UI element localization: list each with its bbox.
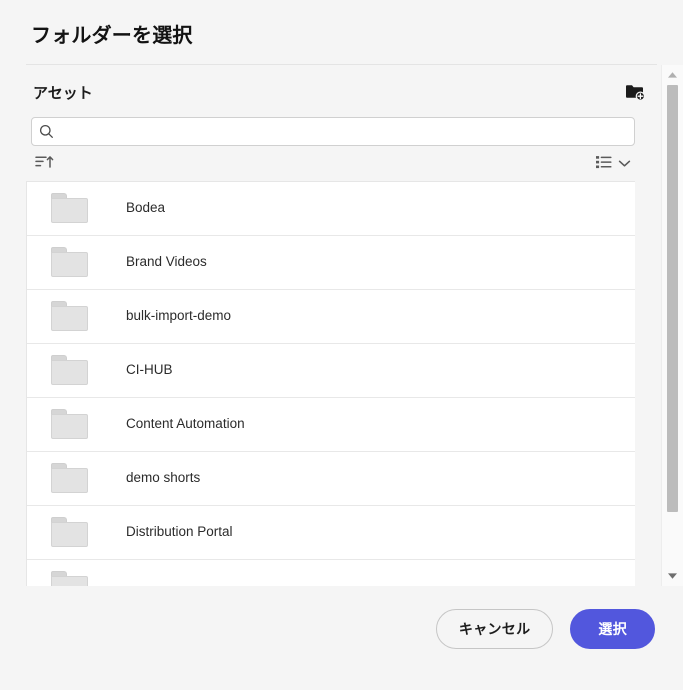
scrollbar-track[interactable]	[663, 83, 683, 568]
folder-name: CI-HUB	[126, 362, 173, 378]
folder-icon	[51, 409, 88, 440]
page-title: フォルダーを選択	[31, 25, 193, 47]
scroll-up-arrow-icon[interactable]	[663, 67, 683, 83]
folder-name: Brand Videos	[126, 254, 207, 270]
scrollbar-thumb[interactable]	[667, 85, 678, 512]
folder-icon	[51, 301, 88, 332]
folder-list[interactable]: Bodea Brand Videos bulk-import-demo CI-H…	[26, 180, 635, 586]
vertical-scrollbar[interactable]	[661, 65, 683, 586]
list-item[interactable]: Content Automation	[27, 397, 635, 452]
sort-ascending-icon	[35, 154, 54, 173]
folder-icon	[51, 463, 88, 494]
folder-icon	[51, 193, 88, 224]
list-item[interactable]: Brand Videos	[27, 235, 635, 290]
scroll-down-arrow-icon[interactable]	[663, 568, 683, 584]
folder-name: demo shorts	[126, 470, 201, 486]
folder-name: bulk-import-demo	[126, 308, 232, 324]
folder-icon	[51, 571, 88, 586]
select-button[interactable]: 選択	[570, 609, 655, 649]
chevron-down-icon	[618, 156, 631, 171]
folder-name: Bodea	[126, 200, 166, 216]
folder-icon	[51, 247, 88, 278]
sort-button[interactable]	[31, 152, 58, 175]
folder-picker-main: アセット Bodea Brand Videos bulk-import-demo…	[0, 65, 661, 586]
folder-icon	[51, 517, 88, 548]
search-icon	[32, 124, 60, 139]
list-item[interactable]: Bodea	[27, 181, 635, 236]
search-input[interactable]	[60, 118, 634, 146]
folder-name: Content Automation	[126, 416, 245, 432]
rail-label-assets: アセット	[33, 84, 93, 102]
list-view-icon	[595, 154, 614, 173]
list-item[interactable]: demo shorts	[27, 451, 635, 506]
new-folder-button[interactable]	[621, 81, 649, 106]
folder-picker-body: アセット Bodea Brand Videos bulk-import-demo…	[0, 65, 683, 586]
new-folder-icon	[625, 83, 646, 104]
cancel-button[interactable]: キャンセル	[435, 609, 554, 649]
select-folder-dialog: フォルダーを選択 アセット Bodea Brand Videos bulk-im…	[0, 0, 683, 690]
list-item-partial[interactable]	[27, 559, 635, 586]
dialog-footer: キャンセル 選択	[0, 586, 683, 690]
folder-name: Distribution Portal	[126, 524, 233, 540]
list-item[interactable]: bulk-import-demo	[27, 289, 635, 344]
list-item[interactable]: Distribution Portal	[27, 505, 635, 560]
list-toolbar	[31, 146, 635, 181]
view-options-button[interactable]	[591, 152, 635, 175]
search-field[interactable]	[31, 117, 635, 147]
folder-icon	[51, 355, 88, 386]
list-item[interactable]: CI-HUB	[27, 343, 635, 398]
